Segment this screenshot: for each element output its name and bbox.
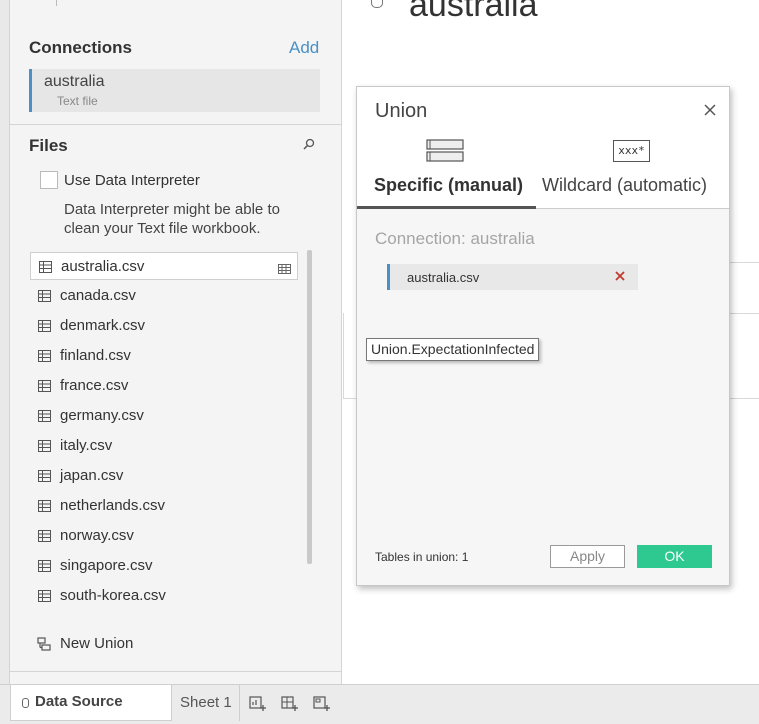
data-source-label: Data Source: [35, 693, 123, 710]
canvas-grid-line: [730, 313, 759, 314]
file-list-item[interactable]: south-korea.csv: [30, 582, 298, 610]
file-list-item[interactable]: germany.csv: [30, 402, 298, 430]
tab-data-source[interactable]: Data Source: [10, 685, 172, 721]
sheet-1-label: Sheet 1: [180, 694, 232, 711]
left-gutter: [0, 0, 10, 684]
table-grid-icon: [38, 589, 51, 602]
file-name: canada.csv: [60, 287, 136, 304]
canvas-connection-title: australia: [409, 0, 538, 24]
table-grid-icon: [38, 439, 51, 452]
file-list-item[interactable]: australia.csv: [30, 252, 298, 280]
new-union-icon: [37, 637, 51, 651]
table-grid-icon: [39, 260, 52, 273]
specific-tables-icon: [426, 139, 464, 162]
new-worksheet-icon[interactable]: [249, 694, 267, 712]
file-name: australia.csv: [61, 258, 145, 275]
file-list-item[interactable]: france.csv: [30, 372, 298, 400]
connections-title: Connections: [29, 38, 132, 57]
union-connection-caption: Connection: australia: [375, 229, 535, 248]
file-name: japan.csv: [60, 467, 124, 484]
tab-specific-manual[interactable]: Specific (manual): [357, 127, 536, 209]
tables-in-union-count: Tables in union: 1: [375, 550, 469, 564]
files-title: Files: [29, 136, 68, 155]
ok-button[interactable]: OK: [637, 545, 712, 568]
file-name: italy.csv: [60, 437, 113, 454]
remove-table-icon[interactable]: [614, 270, 626, 282]
sheet-tab-bar: Data Source Sheet 1: [0, 684, 759, 724]
new-union-item[interactable]: New Union: [60, 635, 133, 652]
union-dialog-title: Union: [375, 100, 428, 122]
union-tables-area[interactable]: Connection: australia australia.csv Tabl…: [357, 209, 729, 585]
file-list-item[interactable]: singapore.csv: [30, 552, 298, 580]
file-name: netherlands.csv: [60, 497, 166, 514]
file-name: norway.csv: [60, 527, 134, 544]
file-list-item[interactable]: denmark.csv: [30, 312, 298, 340]
new-dashboard-icon[interactable]: [281, 694, 299, 712]
new-story-icon[interactable]: [313, 694, 331, 712]
table-grid-icon: [38, 379, 51, 392]
wildcard-icon: xxx*: [613, 140, 650, 162]
data-source-icon: [22, 698, 29, 708]
file-list-item[interactable]: canada.csv: [30, 282, 298, 310]
use-data-interpreter-checkbox[interactable]: [40, 171, 58, 189]
file-list-item[interactable]: japan.csv: [30, 462, 298, 490]
file-name: south-korea.csv: [60, 587, 166, 604]
file-name: singapore.csv: [60, 557, 153, 574]
close-icon[interactable]: [703, 103, 717, 117]
table-grid-icon: [38, 499, 51, 512]
union-table-chip[interactable]: australia.csv: [387, 264, 638, 290]
canvas-grid-line: [343, 313, 344, 399]
table-grid-icon: [38, 349, 51, 362]
connection-type: Text file: [57, 94, 98, 108]
search-icon[interactable]: [303, 138, 315, 150]
table-grid-icon: [38, 409, 51, 422]
use-data-interpreter-label: Use Data Interpreter: [64, 172, 200, 189]
file-name: france.csv: [60, 377, 129, 394]
apply-button[interactable]: Apply: [550, 545, 625, 568]
top-divider-stub: [56, 0, 57, 6]
union-table-label: australia.csv: [407, 270, 480, 285]
connection-card[interactable]: australia Text file: [29, 69, 320, 112]
view-data-icon[interactable]: [278, 261, 291, 274]
file-list-item[interactable]: norway.csv: [30, 522, 298, 550]
file-name: denmark.csv: [60, 317, 146, 334]
file-list-item[interactable]: netherlands.csv: [30, 492, 298, 520]
table-grid-icon: [38, 559, 51, 572]
union-dialog: Union Specific (manual) xxx* Wildcard (a…: [356, 86, 730, 586]
file-name: finland.csv: [60, 347, 131, 364]
connections-divider: [10, 124, 342, 125]
file-list-item[interactable]: italy.csv: [30, 432, 298, 460]
table-grid-icon: [38, 289, 51, 302]
tab-sheet-1[interactable]: Sheet 1: [172, 685, 240, 721]
tab-specific-label: Specific (manual): [374, 175, 524, 195]
connection-cylinder-icon: [371, 0, 383, 8]
left-panel-bottom-divider: [10, 671, 342, 672]
add-connection-link[interactable]: Add: [289, 38, 319, 58]
table-grid-icon: [38, 529, 51, 542]
data-interpreter-description: Data Interpreter might be able to clean …: [64, 201, 280, 237]
tab-wildcard-label: Wildcard (automatic): [542, 175, 708, 195]
table-grid-icon: [38, 319, 51, 332]
union-mode-tabs: Specific (manual) xxx* Wildcard (automat…: [357, 127, 729, 209]
canvas-grid-line: [730, 262, 759, 263]
file-list-scrollbar[interactable]: [307, 250, 312, 564]
tooltip: Union.ExpectationInfected: [366, 338, 540, 361]
connection-name: australia: [44, 73, 105, 90]
table-grid-icon: [38, 469, 51, 482]
tab-wildcard-automatic[interactable]: xxx* Wildcard (automatic): [536, 127, 729, 209]
file-name: germany.csv: [60, 407, 144, 424]
file-list-item[interactable]: finland.csv: [30, 342, 298, 370]
